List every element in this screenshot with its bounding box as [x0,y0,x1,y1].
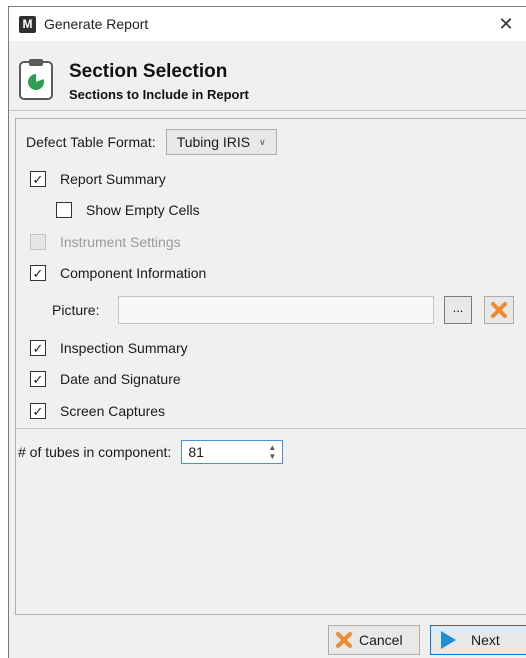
cancel-button[interactable]: Cancel [328,625,420,655]
title-bar: M Generate Report ✕ [9,7,526,41]
instrument-settings-label: Instrument Settings [60,234,181,250]
clipboard-pie-icon [19,59,53,100]
chevron-down-icon: ∨ [259,136,266,147]
report-summary-row[interactable]: ✓ Report Summary [30,166,166,192]
defect-table-format-select[interactable]: Tubing IRIS ∨ [165,129,277,155]
screen-captures-row[interactable]: ✓ Screen Captures [30,398,165,424]
app-logo: M [19,16,36,33]
picture-label-row: Picture: [52,297,99,323]
tubes-count-stepper[interactable]: 81 ▲ ▼ [181,440,284,464]
next-label: Next [471,632,500,648]
component-information-label: Component Information [60,265,207,281]
wizard-header: Section Selection Sections to Include in… [9,41,526,111]
tubes-label: # of tubes in component: [18,444,172,460]
generate-report-dialog: M Generate Report ✕ Section Selection Se… [8,6,526,658]
sections-panel: Defect Table Format: Tubing IRIS ∨ ✓ Rep… [15,118,526,615]
instrument-settings-row: Instrument Settings [30,229,181,255]
show-empty-cells-label: Show Empty Cells [86,202,200,218]
cancel-x-icon [336,632,352,648]
picture-label: Picture: [52,302,100,318]
cancel-label: Cancel [359,632,403,648]
component-information-checkbox[interactable]: ✓ [30,265,46,281]
defect-table-format-row: Defect Table Format: Tubing IRIS ∨ [26,129,277,155]
date-and-signature-checkbox[interactable]: ✓ [30,371,46,387]
screen-captures-checkbox[interactable]: ✓ [30,403,46,419]
inspection-summary-label: Inspection Summary [60,340,188,356]
next-button[interactable]: Next [430,625,526,655]
close-icon [491,302,507,318]
inspection-summary-row[interactable]: ✓ Inspection Summary [30,335,188,361]
report-summary-label: Report Summary [60,171,166,187]
screen-captures-label: Screen Captures [60,403,166,419]
picture-path-field[interactable] [118,296,434,324]
play-arrow-icon [441,631,456,649]
date-and-signature-label: Date and Signature [60,371,181,387]
show-empty-cells-row[interactable]: Show Empty Cells [56,197,200,223]
clear-picture-button[interactable] [484,296,514,324]
show-empty-cells-checkbox[interactable] [56,202,72,218]
window-title: Generate Report [44,16,149,32]
report-summary-checkbox[interactable]: ✓ [30,171,46,187]
browse-picture-button[interactable]: ... [444,296,472,324]
defect-table-format-label: Defect Table Format: [26,134,156,150]
defect-table-format-value: Tubing IRIS [176,134,251,150]
page-subtitle: Sections to Include in Report [69,87,249,102]
component-information-row[interactable]: ✓ Component Information [30,260,206,286]
tubes-count-value: 81 [188,444,204,460]
page-title: Section Selection [69,61,228,82]
tubes-row: # of tubes in component: 81 ▲ ▼ [18,439,284,465]
inspection-summary-checkbox[interactable]: ✓ [30,340,46,356]
instrument-settings-checkbox [30,234,46,250]
date-and-signature-row[interactable]: ✓ Date and Signature [30,366,181,392]
spinner-arrows-icon[interactable]: ▲ ▼ [268,443,276,461]
section-divider [16,428,526,429]
close-icon[interactable]: ✕ [493,12,519,36]
